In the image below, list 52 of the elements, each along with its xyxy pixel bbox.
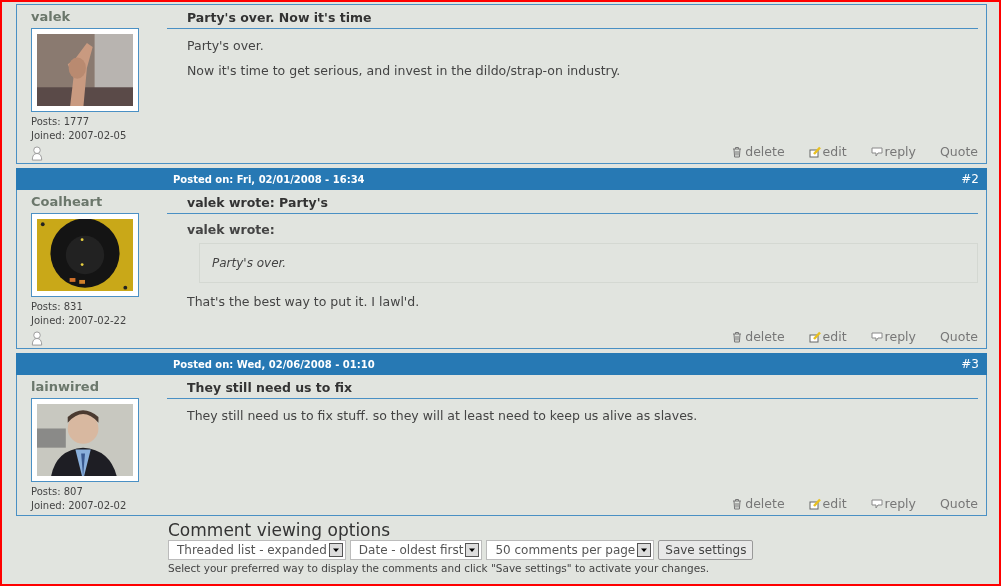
comment-text: Party's over. bbox=[187, 37, 265, 54]
trash-icon bbox=[731, 330, 744, 343]
trash-icon bbox=[731, 145, 744, 158]
dropdown[interactable]: Threaded list - expanded bbox=[168, 540, 346, 560]
quote-author: valek wrote: bbox=[187, 222, 276, 237]
dropdown[interactable]: Date - oldest first bbox=[349, 540, 483, 560]
post-count: Posts: 831 bbox=[31, 300, 83, 314]
speech-bubble-icon bbox=[870, 145, 883, 158]
comment-link[interactable]: Quote bbox=[940, 144, 978, 159]
comment-link[interactable]: delete bbox=[731, 144, 785, 159]
posted-date: Posted on: Wed, 02/06/2008 - 01:10 bbox=[173, 358, 375, 370]
comment-permalink[interactable]: #2 bbox=[961, 172, 979, 186]
comment-link[interactable]: reply bbox=[870, 144, 916, 159]
comment-text: Now it's time to get serious, and invest in the dildo/strap-on industry. bbox=[187, 62, 622, 79]
author-name[interactable]: valek bbox=[31, 9, 71, 24]
join-date: Joined: 2007-02-02 bbox=[31, 499, 127, 513]
speech-bubble-icon bbox=[870, 330, 883, 343]
comment-subject[interactable]: They still need us to fix bbox=[167, 380, 978, 399]
comment-link[interactable]: edit bbox=[808, 496, 847, 511]
author-name[interactable]: lainwired bbox=[31, 379, 99, 394]
post-count: Posts: 1777 bbox=[31, 115, 90, 129]
comment-text: That's the best way to put it. I lawl'd. bbox=[187, 293, 421, 310]
author-name[interactable]: Coalheart bbox=[31, 194, 103, 209]
comment-link[interactable]: Quote bbox=[940, 329, 978, 344]
edit-icon bbox=[808, 497, 821, 510]
comment-link[interactable]: Quote bbox=[940, 496, 978, 511]
comment-link[interactable]: reply bbox=[870, 329, 916, 344]
save-button[interactable]: Save settings bbox=[658, 540, 754, 560]
caret-icon bbox=[328, 543, 343, 557]
post-count: Posts: 807 bbox=[31, 485, 83, 499]
comment-link[interactable]: delete bbox=[731, 329, 785, 344]
join-date: Joined: 2007-02-22 bbox=[31, 314, 127, 328]
caret-icon bbox=[637, 543, 652, 557]
speech-bubble-icon bbox=[870, 497, 883, 510]
comment-link[interactable]: reply bbox=[870, 496, 916, 511]
quote-block: Party's over. bbox=[199, 243, 978, 283]
join-date: Joined: 2007-02-05 bbox=[31, 129, 127, 143]
edit-icon bbox=[808, 145, 821, 158]
comment-subject[interactable]: valek wrote: Party's bbox=[167, 195, 978, 214]
edit-icon bbox=[808, 330, 821, 343]
trash-icon bbox=[731, 497, 744, 510]
comment-link[interactable]: edit bbox=[808, 144, 847, 159]
comment-permalink[interactable]: #3 bbox=[961, 357, 979, 371]
section-title: Comment viewing options bbox=[168, 520, 392, 540]
comment-text: They still need us to fix stuff. so they will at least need to keep us alive as slaves. bbox=[187, 407, 699, 424]
comment-subject[interactable]: Party's over. Now it's time bbox=[167, 10, 978, 29]
dropdown[interactable]: 50 comments per page bbox=[486, 540, 655, 560]
posted-date: Posted on: Fri, 02/01/2008 - 16:34 bbox=[173, 173, 365, 185]
comment-link[interactable]: delete bbox=[731, 496, 785, 511]
help-text: Select your preferred way to display the comments and click "Save settings" to activate your changes. bbox=[168, 562, 710, 574]
comment-link[interactable]: edit bbox=[808, 329, 847, 344]
caret-icon bbox=[465, 543, 480, 557]
